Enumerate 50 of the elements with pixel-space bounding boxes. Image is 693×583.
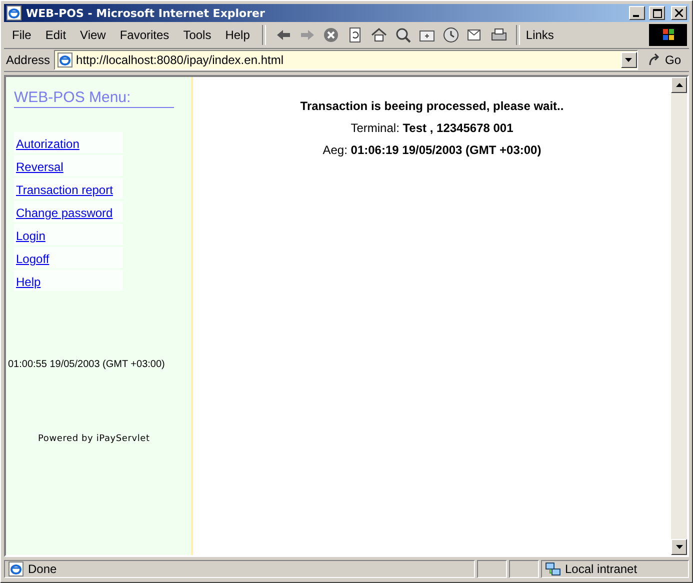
go-button[interactable]: Go	[642, 53, 687, 67]
status-text: Done	[28, 562, 57, 576]
network-icon	[545, 561, 561, 577]
status-pane	[509, 560, 539, 578]
mail-icon	[466, 27, 483, 43]
home-icon	[370, 27, 387, 43]
forward-arrow-icon	[298, 27, 315, 43]
close-button[interactable]	[671, 6, 687, 20]
menu-item[interactable]: File	[6, 26, 38, 44]
menu-item[interactable]: Tools	[177, 26, 218, 44]
scroll-up-icon	[676, 83, 682, 87]
search-icon	[394, 27, 411, 43]
logo-icon	[649, 24, 687, 46]
zone-text: Local intranet	[565, 562, 638, 576]
go-arrow-icon	[648, 53, 662, 67]
links-label[interactable]: Links	[526, 28, 554, 42]
printer-icon	[490, 27, 507, 43]
info-line: Terminal: Test , 12345678 001	[350, 121, 514, 135]
powered-by-text: Powered by iPayServlet	[38, 434, 151, 444]
scrollbar[interactable]	[671, 77, 687, 555]
close-icon	[675, 9, 683, 17]
minimize-button[interactable]	[629, 6, 645, 20]
menu-item[interactable]: Help	[219, 26, 256, 44]
dropdown-arrow-icon	[625, 58, 632, 62]
dropdown-arrow-icon	[676, 545, 682, 549]
info-line: Aeg: 01:06:19 19/05/2003 (GMT +03:00)	[322, 143, 542, 157]
menu-link[interactable]: Help	[16, 275, 41, 289]
status-pane	[477, 560, 507, 578]
menu-link[interactable]: Login	[16, 229, 46, 243]
scroll-down-button[interactable]	[671, 539, 687, 555]
browser-icon	[6, 5, 22, 21]
maximize-icon	[652, 8, 662, 18]
menu-item[interactable]: Favorites	[114, 26, 176, 44]
scroll-up-button[interactable]	[671, 77, 687, 93]
menu-item[interactable]: Edit	[39, 26, 72, 44]
sidebar-title: WEB-POS Menu:	[14, 89, 174, 108]
url-text: http://localhost:8080/ipay/index.en.html	[76, 53, 284, 67]
dropdown-button[interactable]	[620, 52, 637, 68]
page-icon	[57, 52, 74, 68]
menu-item[interactable]: View	[74, 26, 112, 44]
window-title: WEB-POS - Microsoft Internet Explorer	[26, 6, 266, 20]
address-field[interactable]: http://localhost:8080/ipay/index.en.html	[54, 50, 638, 70]
status-heading: Transaction is beeing processed, please wait..	[300, 99, 564, 113]
clock-icon	[442, 27, 459, 43]
back-arrow-icon	[274, 27, 291, 43]
refresh-icon	[346, 27, 363, 43]
maximize-button[interactable]	[649, 6, 665, 20]
clock-text: 01:00:55 19/05/2003 (GMT +03:00)	[8, 359, 166, 370]
stop-icon	[322, 27, 339, 43]
address-label: Address	[6, 53, 50, 67]
